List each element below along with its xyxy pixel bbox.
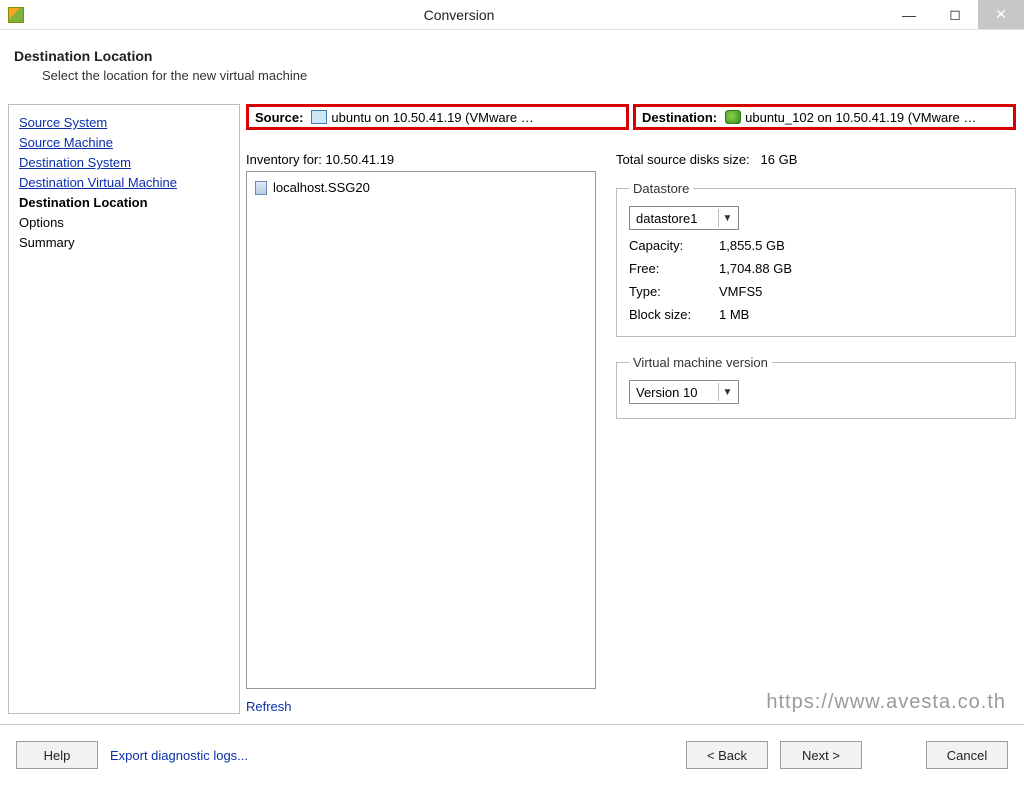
free-label: Free:: [629, 261, 719, 276]
source-label: Source:: [255, 110, 303, 125]
inventory-host-label: localhost.SSG20: [273, 180, 370, 195]
window-controls: — ◻ ✕: [886, 0, 1024, 29]
source-summary-box: Source: ubuntu on 10.50.41.19 (VMware …: [246, 104, 629, 130]
close-button[interactable]: ✕: [978, 0, 1024, 29]
blocksize-label: Block size:: [629, 307, 719, 322]
datastore-legend: Datastore: [629, 181, 693, 196]
total-disks-value: 16 GB: [761, 152, 798, 167]
destination-summary-box: Destination: ubuntu_102 on 10.50.41.19 (…: [633, 104, 1016, 130]
step-destination-vm[interactable]: Destination Virtual Machine: [19, 173, 229, 193]
step-source-system[interactable]: Source System: [19, 113, 229, 133]
host-icon: [255, 181, 267, 195]
wizard-header: Destination Location Select the location…: [0, 30, 1024, 94]
total-disks-row: Total source disks size: 16 GB: [616, 152, 1016, 167]
datastore-select[interactable]: datastore1 ▼: [629, 206, 739, 230]
type-label: Type:: [629, 284, 719, 299]
step-destination-system[interactable]: Destination System: [19, 153, 229, 173]
conversion-icon: [725, 110, 741, 124]
cancel-button[interactable]: Cancel: [926, 741, 1008, 769]
source-text: ubuntu on 10.50.41.19 (VMware …: [331, 110, 620, 125]
vm-version-select[interactable]: Version 10 ▼: [629, 380, 739, 404]
datastore-selected: datastore1: [636, 211, 697, 226]
datastore-group: Datastore datastore1 ▼ Capacity:1,855.5 …: [616, 181, 1016, 337]
blocksize-value: 1 MB: [719, 307, 749, 322]
vm-version-group: Virtual machine version Version 10 ▼: [616, 355, 1016, 419]
minimize-button[interactable]: —: [886, 0, 932, 29]
destination-text: ubuntu_102 on 10.50.41.19 (VMware …: [745, 110, 1007, 125]
capacity-value: 1,855.5 GB: [719, 238, 785, 253]
maximize-button[interactable]: ◻: [932, 0, 978, 29]
back-button[interactable]: < Back: [686, 741, 768, 769]
wizard-steps-sidebar: Source System Source Machine Destination…: [8, 104, 240, 714]
step-summary: Summary: [19, 233, 229, 253]
next-button[interactable]: Next >: [780, 741, 862, 769]
vm-version-selected: Version 10: [636, 385, 697, 400]
step-source-machine[interactable]: Source Machine: [19, 133, 229, 153]
destination-label: Destination:: [642, 110, 717, 125]
chevron-down-icon: ▼: [718, 383, 736, 401]
total-disks-label: Total source disks size:: [616, 152, 750, 167]
type-value: VMFS5: [719, 284, 762, 299]
step-options: Options: [19, 213, 229, 233]
inventory-host-item[interactable]: localhost.SSG20: [251, 178, 591, 197]
capacity-label: Capacity:: [629, 238, 719, 253]
chevron-down-icon: ▼: [718, 209, 736, 227]
page-title: Destination Location: [14, 48, 1010, 64]
vm-version-legend: Virtual machine version: [629, 355, 772, 370]
free-value: 1,704.88 GB: [719, 261, 792, 276]
inventory-label: Inventory for: 10.50.41.19: [246, 152, 596, 167]
window-title: Conversion: [32, 7, 886, 23]
step-destination-location: Destination Location: [19, 193, 229, 213]
page-subtitle: Select the location for the new virtual …: [42, 68, 1010, 83]
refresh-link[interactable]: Refresh: [246, 699, 596, 714]
computer-icon: [311, 110, 327, 124]
inventory-tree[interactable]: localhost.SSG20: [246, 171, 596, 689]
export-diagnostics-link[interactable]: Export diagnostic logs...: [110, 748, 248, 763]
titlebar: Conversion — ◻ ✕: [0, 0, 1024, 30]
app-icon: [8, 7, 24, 23]
wizard-footer: Help Export diagnostic logs... < Back Ne…: [0, 724, 1024, 790]
help-button[interactable]: Help: [16, 741, 98, 769]
